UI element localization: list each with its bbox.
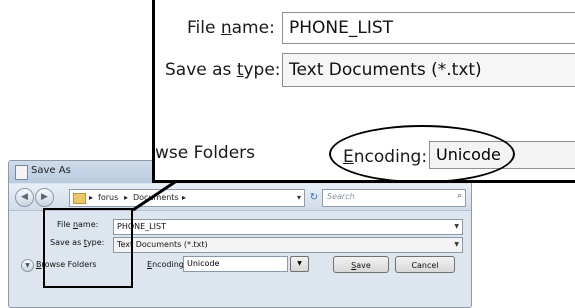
- zoomed-callout: File name: PHONE_LIST Save as type: Text…: [152, 0, 575, 183]
- zoom-save-type-select[interactable]: Text Documents (*.txt): [282, 53, 575, 87]
- highlight-ellipse: [329, 125, 515, 180]
- zoom-file-name-label: File name:: [187, 18, 275, 38]
- zoom-save-type-label: Save as type:: [165, 60, 281, 80]
- zoom-file-name-field[interactable]: PHONE_LIST: [282, 12, 575, 44]
- zoom-browse-folders-fragment: wse Folders: [155, 143, 256, 163]
